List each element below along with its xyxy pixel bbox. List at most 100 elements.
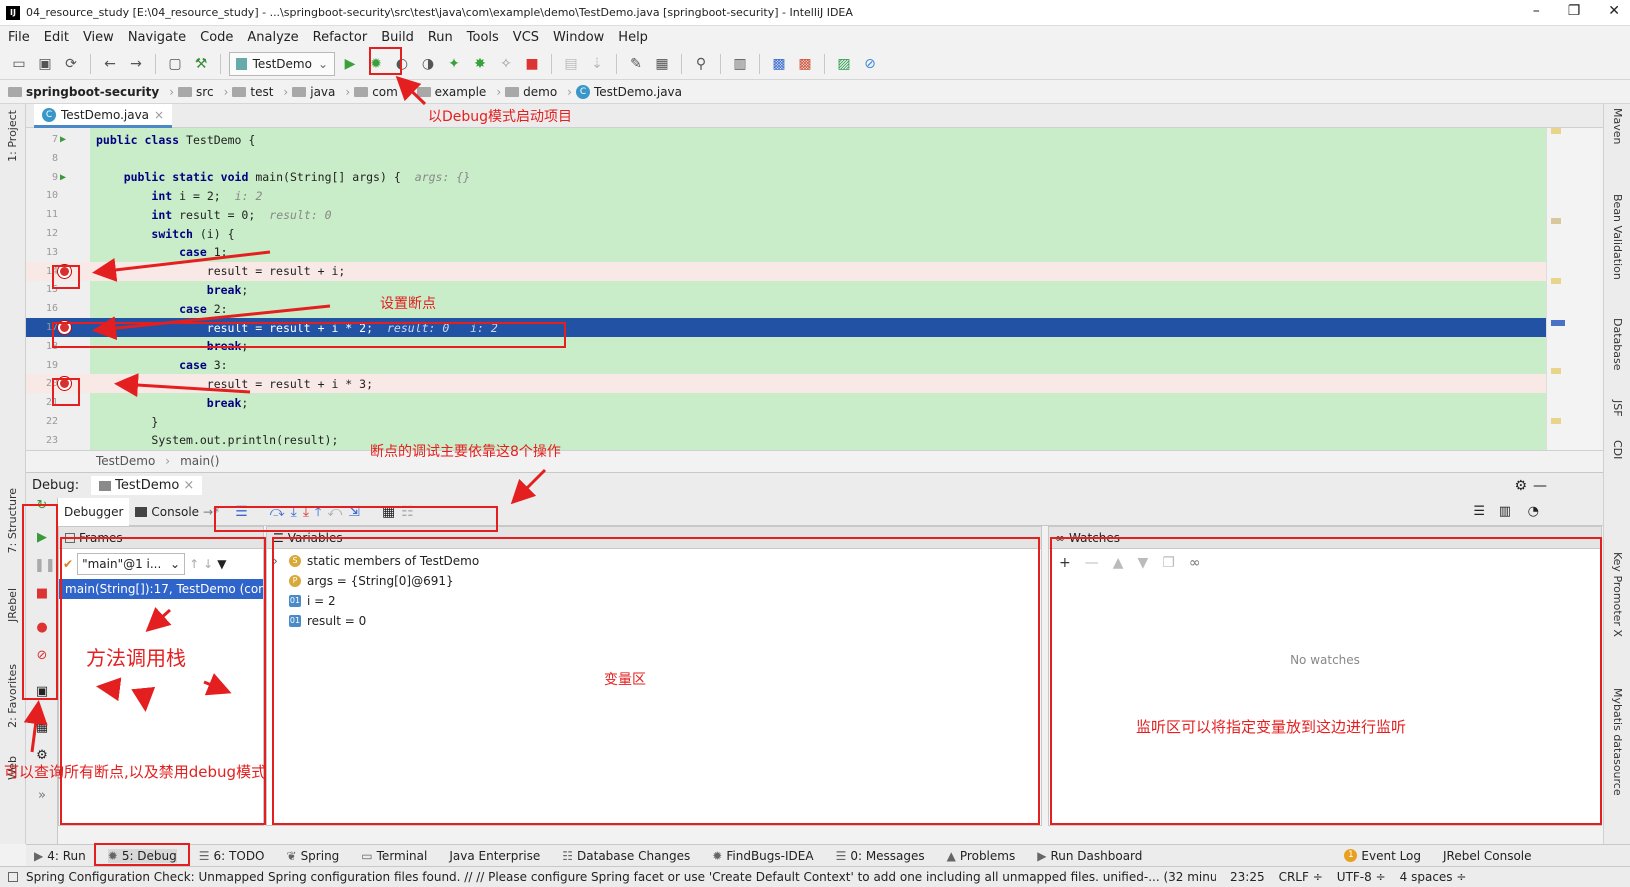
menu-help[interactable]: Help bbox=[618, 30, 648, 45]
debug-session-tab[interactable]: TestDemo × bbox=[91, 476, 203, 495]
line-number[interactable]: 12 bbox=[34, 228, 58, 239]
tool-favorites[interactable]: 2: Favorites bbox=[6, 664, 19, 728]
code-line[interactable]: 16 case 2: bbox=[26, 299, 1546, 318]
bottom-tab[interactable]: ▭ Terminal bbox=[361, 849, 427, 863]
menu-build[interactable]: Build bbox=[381, 30, 414, 45]
line-number[interactable]: 7 bbox=[34, 134, 58, 145]
back-icon[interactable]: ← bbox=[99, 53, 121, 75]
code-line[interactable]: 8 bbox=[26, 149, 1546, 168]
menu-window[interactable]: Window bbox=[553, 30, 604, 45]
code-line[interactable]: 22 } bbox=[26, 412, 1546, 431]
breadcrumb-item[interactable]: springboot-security bbox=[8, 85, 159, 99]
code-line[interactable]: 12 switch (i) { bbox=[26, 224, 1546, 243]
run-icon[interactable]: ▶ bbox=[339, 53, 361, 75]
breadcrumb-item[interactable]: java bbox=[292, 85, 335, 99]
code-line[interactable]: 19 case 3: bbox=[26, 356, 1546, 375]
caret-position[interactable]: 23:25 bbox=[1230, 870, 1265, 884]
hide-panel-icon[interactable]: — bbox=[1533, 478, 1547, 494]
minimize-button[interactable]: – bbox=[1533, 3, 1540, 19]
code-line[interactable]: 10 int i = 2; i: 2 bbox=[26, 186, 1546, 205]
download-icon[interactable]: ⇣ bbox=[586, 53, 608, 75]
bottom-tab[interactable]: ❦ Spring bbox=[287, 849, 340, 863]
menu-analyze[interactable]: Analyze bbox=[247, 30, 298, 45]
tool-maven[interactable]: Maven bbox=[1611, 108, 1624, 144]
menu-view[interactable]: View bbox=[83, 30, 114, 45]
sync-icon[interactable]: ⟳ bbox=[60, 53, 82, 75]
tool-mybatis[interactable]: Mybatis datasource bbox=[1611, 688, 1624, 796]
menu-file[interactable]: File bbox=[8, 30, 30, 45]
jrebel-icon[interactable]: ✧ bbox=[495, 53, 517, 75]
wrench-icon[interactable]: ✎ bbox=[625, 53, 647, 75]
translate-alt-icon[interactable]: ▩ bbox=[794, 53, 816, 75]
menu-code[interactable]: Code bbox=[200, 30, 233, 45]
menu-refactor[interactable]: Refactor bbox=[313, 30, 368, 45]
line-number[interactable]: 8 bbox=[34, 153, 58, 164]
bottom-tab[interactable]: ☷ Database Changes bbox=[562, 849, 690, 863]
open-folder-icon[interactable]: ▭ bbox=[8, 53, 30, 75]
run-configuration-select[interactable]: TestDemo ⌄ bbox=[229, 51, 335, 76]
more-icon[interactable]: » bbox=[34, 788, 50, 804]
menu-edit[interactable]: Edit bbox=[44, 30, 69, 45]
save-icon[interactable]: ▣ bbox=[34, 53, 56, 75]
menu-navigate[interactable]: Navigate bbox=[128, 30, 186, 45]
breadcrumb-item[interactable]: C TestDemo.java bbox=[575, 84, 682, 99]
tab-close-icon[interactable]: × bbox=[154, 108, 164, 122]
attach-icon[interactable]: ▤ bbox=[560, 53, 582, 75]
status-message[interactable]: Spring Configuration Check: Unmapped Spr… bbox=[26, 870, 1216, 884]
code-line[interactable]: 15 break; bbox=[26, 280, 1546, 299]
bottom-tab[interactable]: 1 Event Log bbox=[1344, 849, 1421, 863]
tool-jrebel[interactable]: JRebel bbox=[6, 588, 19, 622]
jrebel-run-icon[interactable]: ✦ bbox=[443, 53, 465, 75]
tool-jsf[interactable]: JSF bbox=[1611, 400, 1624, 417]
layout-icon[interactable]: ▦ bbox=[34, 720, 50, 736]
disable-icon[interactable]: ⊘ bbox=[859, 53, 881, 75]
bottom-tab[interactable]: JRebel Console bbox=[1443, 849, 1532, 863]
build-hammer-icon[interactable]: ⚒ bbox=[190, 53, 212, 75]
settings-gear-icon[interactable]: ⚙ bbox=[1514, 478, 1527, 494]
terminal-icon[interactable]: ▢ bbox=[164, 53, 186, 75]
list-icon[interactable]: ☰ bbox=[1473, 504, 1485, 519]
bottom-tab[interactable]: ✹ FindBugs-IDEA bbox=[712, 849, 813, 863]
line-number[interactable]: 22 bbox=[34, 416, 58, 427]
crumb-method[interactable]: main() bbox=[180, 454, 219, 468]
file-encoding[interactable]: UTF-8 ÷ bbox=[1337, 870, 1386, 884]
profile-icon[interactable]: ◑ bbox=[417, 53, 439, 75]
project-structure-icon[interactable]: ▦ bbox=[651, 53, 673, 75]
code-line[interactable]: 21 break; bbox=[26, 393, 1546, 412]
tab-console[interactable]: Console →* bbox=[129, 498, 225, 526]
bottom-tab[interactable]: ▲ Problems bbox=[947, 849, 1016, 863]
code-line[interactable]: 14 result = result + i; bbox=[26, 261, 1546, 281]
tool-database[interactable]: Database bbox=[1611, 318, 1624, 371]
maximize-button[interactable]: ❐ bbox=[1568, 3, 1581, 19]
gauge-icon[interactable]: ◔ bbox=[1528, 504, 1539, 519]
breadcrumb-item[interactable]: com bbox=[354, 85, 398, 99]
tab-testdemo[interactable]: C TestDemo.java × bbox=[34, 104, 173, 128]
code-line[interactable]: 23 System.out.println(result); bbox=[26, 431, 1546, 450]
tool-structure[interactable]: 7: Structure bbox=[6, 488, 19, 553]
breadcrumb-item[interactable]: src bbox=[178, 85, 214, 99]
crumb-class[interactable]: TestDemo bbox=[96, 454, 155, 468]
breadcrumb-item[interactable]: example bbox=[416, 85, 486, 99]
run-gutter-icon[interactable]: ▶ bbox=[60, 172, 66, 183]
tool-project[interactable]: 1: Project bbox=[6, 110, 19, 162]
jrebel-debug-icon[interactable]: ✸ bbox=[469, 53, 491, 75]
line-number[interactable]: 23 bbox=[34, 435, 58, 446]
line-number[interactable]: 11 bbox=[34, 209, 58, 220]
bottom-tab[interactable]: ▶ 4: Run bbox=[34, 849, 86, 863]
line-separator[interactable]: CRLF ÷ bbox=[1279, 870, 1323, 884]
code-minimap[interactable] bbox=[1546, 128, 1603, 450]
code-line[interactable]: 13 case 1: bbox=[26, 243, 1546, 262]
tool-bean-validation[interactable]: Bean Validation bbox=[1611, 194, 1624, 280]
line-number[interactable]: 13 bbox=[34, 247, 58, 258]
bottom-tab[interactable]: ☰ 6: TODO bbox=[199, 849, 265, 863]
menu-run[interactable]: Run bbox=[428, 30, 453, 45]
run-gutter-icon[interactable]: ▶ bbox=[60, 134, 66, 145]
breadcrumb-item[interactable]: demo bbox=[505, 85, 557, 99]
menu-vcs[interactable]: VCS bbox=[513, 30, 539, 45]
forward-icon[interactable]: → bbox=[125, 53, 147, 75]
bottom-tab[interactable]: ▶ Run Dashboard bbox=[1037, 849, 1142, 863]
search-icon[interactable]: ⚲ bbox=[690, 53, 712, 75]
stop-icon[interactable]: ■ bbox=[521, 53, 543, 75]
tool-key-promoter[interactable]: Key Promoter X bbox=[1611, 552, 1624, 637]
translate-icon[interactable]: ▩ bbox=[768, 53, 790, 75]
